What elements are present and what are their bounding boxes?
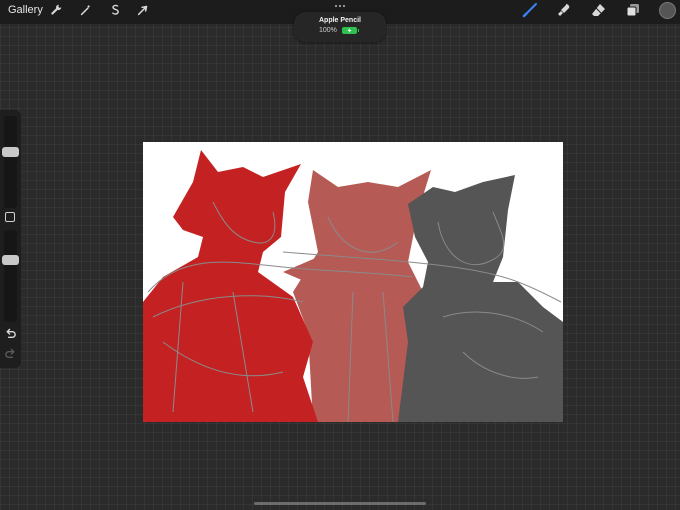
smudge-icon bbox=[556, 2, 572, 23]
pencil-battery-percent: 100% bbox=[319, 27, 337, 34]
drawing-canvas[interactable] bbox=[143, 142, 563, 422]
smudge-button[interactable] bbox=[554, 2, 574, 22]
modify-button[interactable] bbox=[5, 212, 15, 222]
notification-grabber[interactable] bbox=[334, 5, 346, 8]
home-indicator[interactable] bbox=[254, 502, 426, 505]
undo-icon bbox=[4, 328, 17, 345]
brush-size-thumb[interactable] bbox=[2, 147, 19, 158]
transform-button[interactable] bbox=[134, 3, 152, 21]
arrow-cursor-icon bbox=[136, 3, 150, 22]
brush-button[interactable] bbox=[520, 2, 540, 22]
battery-icon bbox=[342, 27, 359, 34]
gallery-button[interactable]: Gallery bbox=[8, 4, 43, 16]
brush-size-slider[interactable] bbox=[4, 116, 17, 208]
brush-icon bbox=[522, 2, 538, 23]
magic-wand-icon bbox=[79, 3, 93, 22]
sidebar bbox=[0, 110, 21, 368]
undo-button[interactable] bbox=[4, 328, 17, 341]
actions-button[interactable] bbox=[47, 3, 65, 21]
left-figure bbox=[143, 150, 318, 422]
eraser-icon bbox=[591, 2, 607, 23]
selection-s-icon bbox=[108, 3, 122, 22]
wrench-icon bbox=[49, 3, 63, 22]
eraser-button[interactable] bbox=[589, 2, 609, 22]
redo-icon bbox=[4, 348, 17, 365]
color-picker[interactable] bbox=[659, 2, 676, 19]
artwork bbox=[143, 150, 563, 422]
opacity-slider[interactable] bbox=[4, 230, 17, 322]
opacity-thumb[interactable] bbox=[2, 254, 19, 265]
layers-button[interactable] bbox=[623, 2, 643, 22]
adjustments-button[interactable] bbox=[77, 3, 95, 21]
pencil-title: Apple Pencil bbox=[318, 17, 361, 24]
redo-button[interactable] bbox=[4, 348, 17, 361]
selection-button[interactable] bbox=[106, 3, 124, 21]
layers-icon bbox=[625, 2, 641, 23]
right-figure bbox=[398, 175, 563, 422]
